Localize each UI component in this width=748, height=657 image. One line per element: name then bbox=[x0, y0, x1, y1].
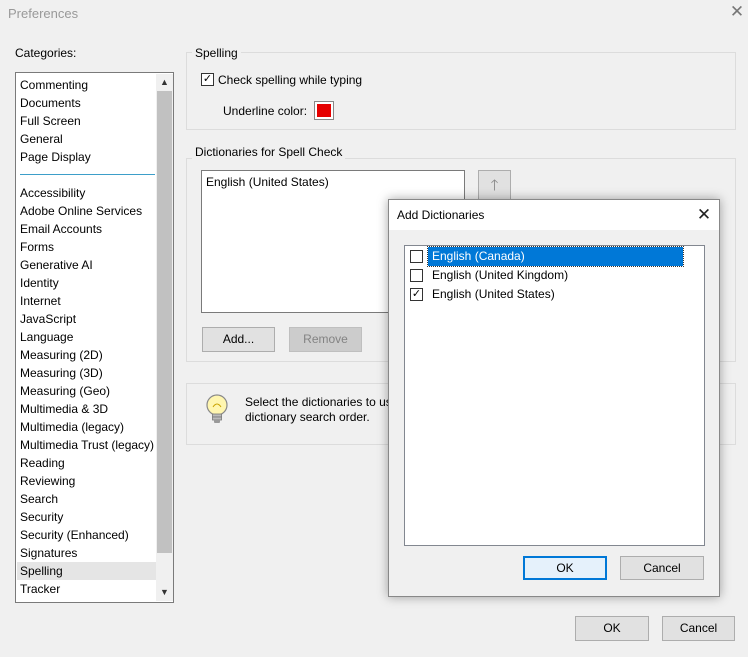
scroll-thumb[interactable] bbox=[157, 91, 172, 553]
color-swatch-fill bbox=[317, 104, 331, 117]
category-item[interactable]: Language bbox=[17, 328, 156, 346]
category-item[interactable]: Measuring (2D) bbox=[17, 346, 156, 364]
category-item[interactable]: Measuring (Geo) bbox=[17, 382, 156, 400]
category-item[interactable]: Page Display bbox=[17, 148, 156, 166]
categories-list[interactable]: Commenting Documents Full Screen General Pag… bbox=[15, 72, 174, 603]
modal-ok-button[interactable]: OK bbox=[523, 556, 607, 580]
underline-color-button[interactable] bbox=[314, 101, 334, 120]
category-item[interactable]: Security bbox=[17, 508, 156, 526]
check-spelling-label[interactable]: Check spelling while typing bbox=[218, 73, 362, 87]
category-item[interactable]: Commenting bbox=[17, 76, 156, 94]
spelling-legend: Spelling bbox=[192, 46, 241, 60]
category-item[interactable]: Documents bbox=[17, 94, 156, 112]
remove-dictionary-button[interactable]: Remove bbox=[289, 327, 362, 352]
dictionary-choice-label[interactable]: English (United States) bbox=[428, 285, 555, 304]
category-item[interactable]: General bbox=[17, 130, 156, 148]
category-item[interactable]: Internet bbox=[17, 292, 156, 310]
close-icon[interactable]: ✕ bbox=[728, 2, 746, 22]
dictionary-checkbox[interactable] bbox=[410, 250, 423, 263]
category-item[interactable]: Multimedia & 3D bbox=[17, 400, 156, 418]
category-item[interactable]: Tracker bbox=[17, 580, 156, 598]
move-up-icon[interactable]: 🡑 bbox=[478, 170, 511, 202]
check-spelling-checkbox[interactable]: ✓ bbox=[201, 73, 214, 86]
scroll-down-icon[interactable]: ▼ bbox=[156, 584, 173, 601]
underline-color-label: Underline color: bbox=[223, 104, 308, 118]
category-item[interactable]: Signatures bbox=[17, 544, 156, 562]
category-item[interactable]: Forms bbox=[17, 238, 156, 256]
dictionary-checkbox[interactable]: ✓ bbox=[410, 288, 423, 301]
cancel-button[interactable]: Cancel bbox=[662, 616, 735, 641]
category-item[interactable]: Security (Enhanced) bbox=[17, 526, 156, 544]
category-item[interactable]: Search bbox=[17, 490, 156, 508]
scroll-up-icon[interactable]: ▲ bbox=[156, 74, 173, 91]
category-item[interactable]: JavaScript bbox=[17, 310, 156, 328]
categories-label: Categories: bbox=[15, 46, 77, 60]
ok-button[interactable]: OK bbox=[575, 616, 649, 641]
category-item[interactable]: Multimedia (legacy) bbox=[17, 418, 156, 436]
info-text-line2: dictionary search order. bbox=[245, 410, 370, 424]
category-item[interactable]: Generative AI bbox=[17, 256, 156, 274]
category-item[interactable]: Multimedia Trust (legacy) bbox=[17, 436, 156, 454]
add-dictionaries-dialog: Add Dictionaries ✕ English (Canada) Engli… bbox=[388, 199, 720, 597]
category-item[interactable]: Reading bbox=[17, 454, 156, 472]
category-item[interactable]: Full Screen bbox=[17, 112, 156, 130]
category-item[interactable]: Identity bbox=[17, 274, 156, 292]
category-separator bbox=[17, 166, 156, 184]
spelling-group bbox=[186, 52, 736, 130]
window-title: Preferences bbox=[8, 6, 79, 21]
dictionary-checkbox[interactable] bbox=[410, 269, 423, 282]
add-dictionary-button[interactable]: Add... bbox=[202, 327, 275, 352]
category-item[interactable]: Measuring (3D) bbox=[17, 364, 156, 382]
category-item[interactable]: Adobe Online Services bbox=[17, 202, 156, 220]
category-item[interactable]: Spelling bbox=[17, 562, 156, 580]
modal-title: Add Dictionaries bbox=[397, 208, 485, 222]
modal-titlebar: Add Dictionaries ✕ bbox=[389, 200, 719, 230]
category-item[interactable]: Email Accounts bbox=[17, 220, 156, 238]
dictionary-choice-label[interactable]: English (Canada) bbox=[427, 246, 684, 267]
modal-cancel-button[interactable]: Cancel bbox=[620, 556, 704, 580]
info-text-line1: Select the dictionaries to use bbox=[245, 395, 395, 409]
modal-close-icon[interactable]: ✕ bbox=[692, 203, 716, 227]
categories-scrollbar[interactable]: ▲ ▼ bbox=[156, 74, 173, 601]
dictionary-choice-list[interactable]: English (Canada) English (United Kingdom)… bbox=[404, 245, 705, 546]
category-item[interactable]: Accessibility bbox=[17, 184, 156, 202]
category-item[interactable]: Reviewing bbox=[17, 472, 156, 490]
dictionary-choice-label[interactable]: English (United Kingdom) bbox=[428, 266, 568, 285]
categories-items: Commenting Documents Full Screen General Pag… bbox=[17, 74, 156, 601]
lightbulb-icon bbox=[206, 394, 228, 423]
info-text: Select the dictionaries to use dictionar… bbox=[245, 395, 395, 425]
dictionary-item[interactable]: English (United States) bbox=[206, 175, 329, 189]
dictionaries-legend: Dictionaries for Spell Check bbox=[192, 145, 346, 159]
